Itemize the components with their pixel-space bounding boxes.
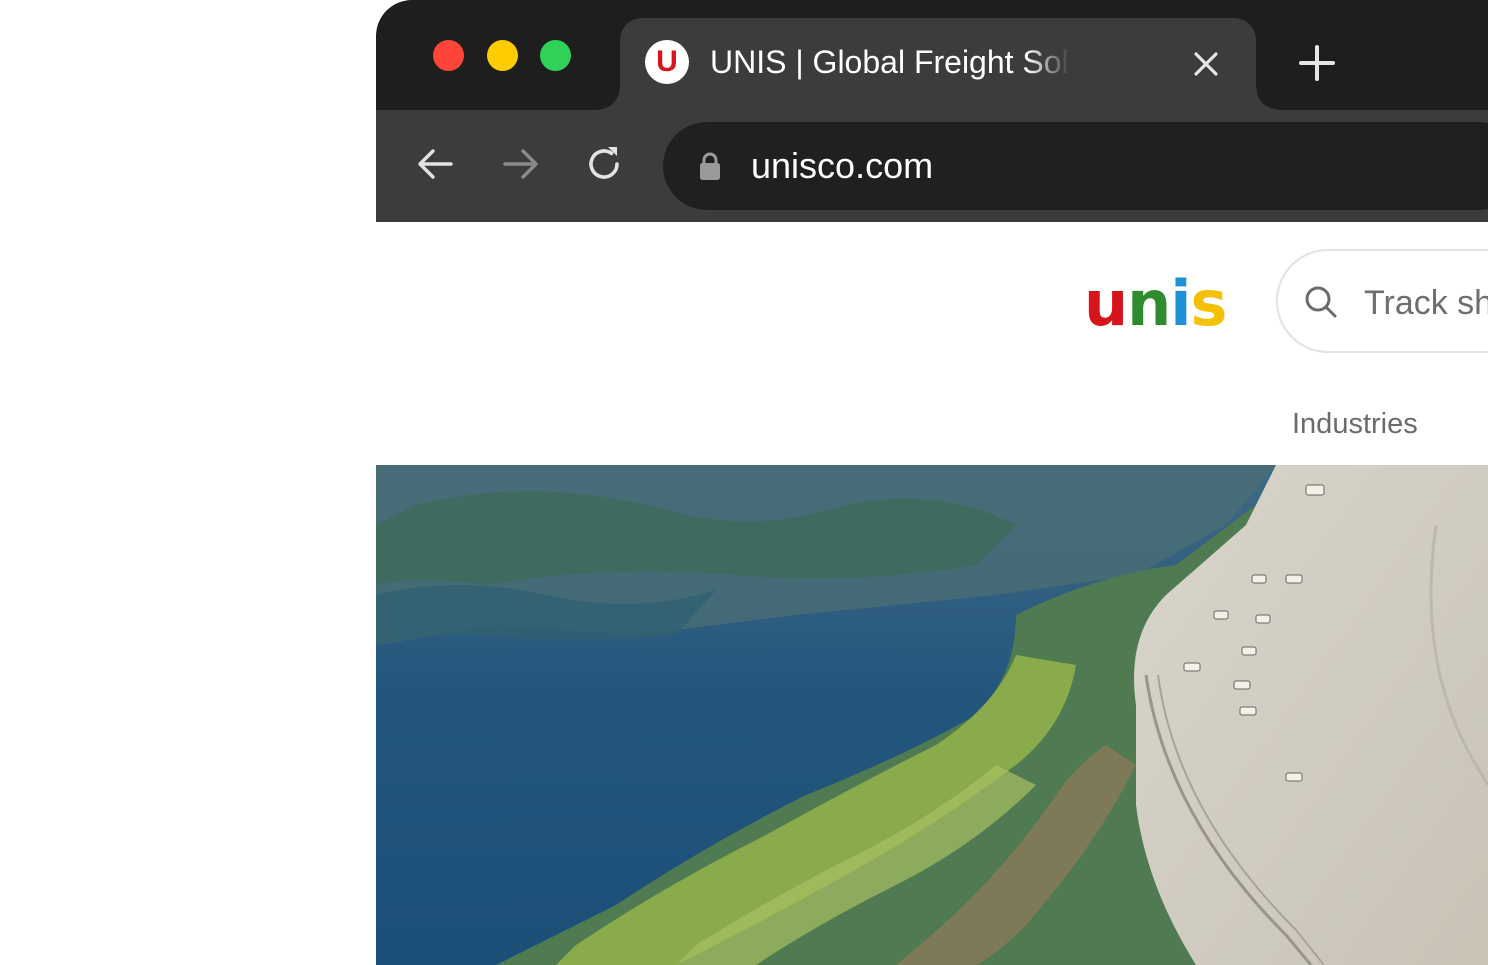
plus-icon[interactable] <box>1298 44 1336 82</box>
logo-letter-n: n <box>1127 267 1171 340</box>
active-tab[interactable]: U UNIS | Global Freight Solutions <box>598 18 1278 110</box>
logo-letter-s: s <box>1190 267 1228 340</box>
address-bar[interactable]: unisco.com <box>663 122 1488 210</box>
minimize-window-button[interactable] <box>487 40 518 71</box>
reload-icon[interactable] <box>584 144 624 184</box>
logo-letter-u: u <box>1084 267 1128 340</box>
tab-bar: U UNIS | Global Freight Solutions <box>376 0 1488 110</box>
nav-link-industries[interactable]: Industries <box>1292 406 1418 442</box>
track-shipment-search[interactable] <box>1276 249 1488 353</box>
logo-letter-i: i <box>1170 267 1191 340</box>
track-shipment-input[interactable] <box>1364 281 1488 325</box>
unis-logo[interactable]: unis <box>1084 270 1232 338</box>
close-window-button[interactable] <box>433 40 464 71</box>
aerial-coastline-image <box>376 465 1488 965</box>
forward-arrow-icon[interactable] <box>501 144 541 184</box>
web-page: unis Industries <box>376 222 1488 965</box>
browser-window: U UNIS | Global Freight Solutions unisc <box>376 0 1488 965</box>
search-icon <box>1305 286 1337 318</box>
maximize-window-button[interactable] <box>540 40 571 71</box>
url-text[interactable]: unisco.com <box>751 144 933 188</box>
lock-icon[interactable] <box>698 151 722 181</box>
unis-favicon-icon: U <box>645 40 689 84</box>
tab-title: UNIS | Global Freight Solutions <box>710 44 1070 80</box>
back-arrow-icon[interactable] <box>415 144 455 184</box>
hero-image <box>376 465 1488 965</box>
close-icon[interactable] <box>1193 51 1219 77</box>
browser-toolbar: unisco.com <box>376 110 1488 222</box>
